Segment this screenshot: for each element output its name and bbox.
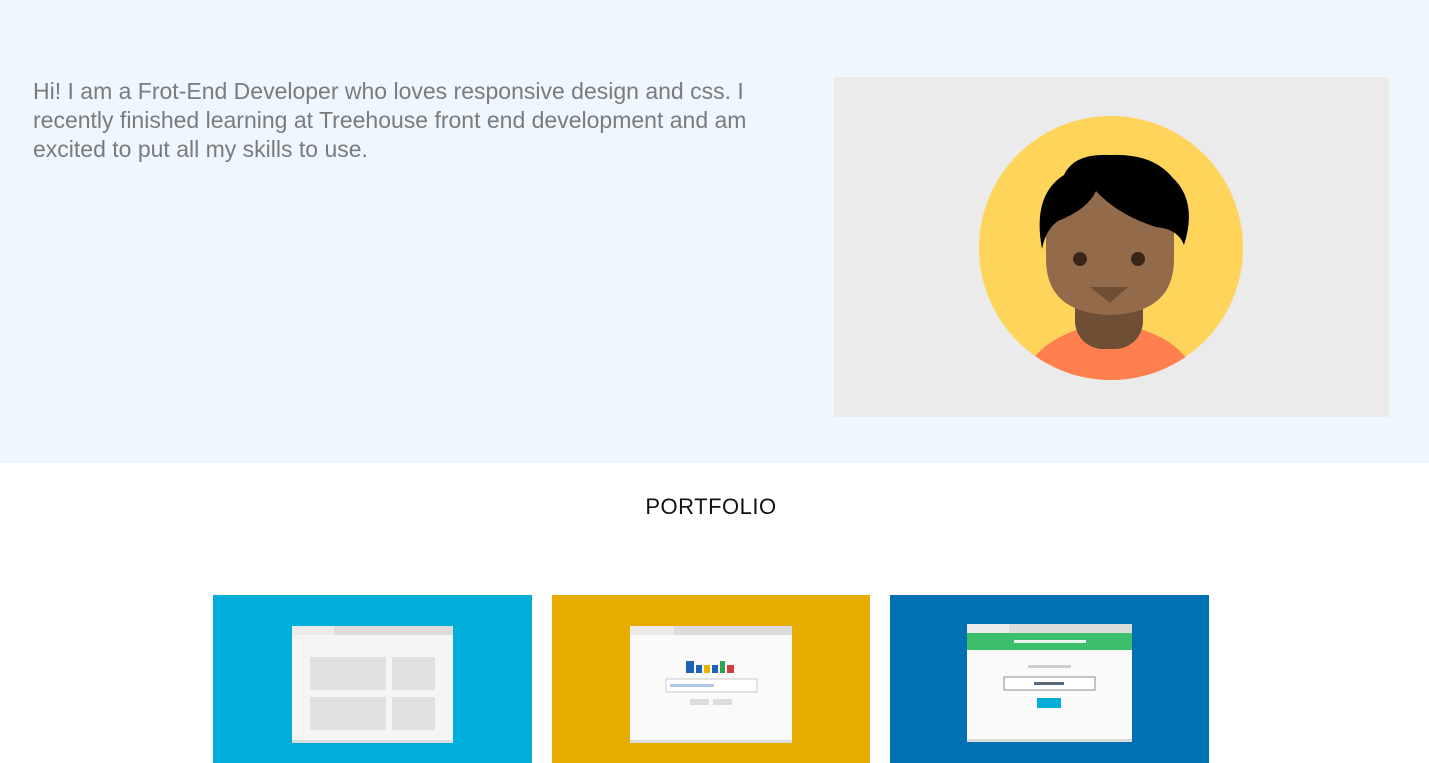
layout-grid-thumbnail-icon (213, 595, 532, 763)
about-section: Hi! I am a Frot-End Developer who loves … (0, 0, 1429, 463)
portfolio-card-signup[interactable] (890, 595, 1209, 763)
intro-text: Hi! I am a Frot-End Developer who loves … (33, 78, 747, 162)
portfolio-card-layout[interactable] (213, 595, 532, 763)
signup-form-thumbnail-icon (890, 595, 1209, 763)
avatar-illustration (979, 116, 1243, 380)
avatar-frame (834, 77, 1389, 417)
portfolio-heading: PORTFOLIO (645, 494, 777, 519)
search-page-thumbnail-icon (552, 595, 870, 763)
portfolio-card-search[interactable] (552, 595, 870, 763)
